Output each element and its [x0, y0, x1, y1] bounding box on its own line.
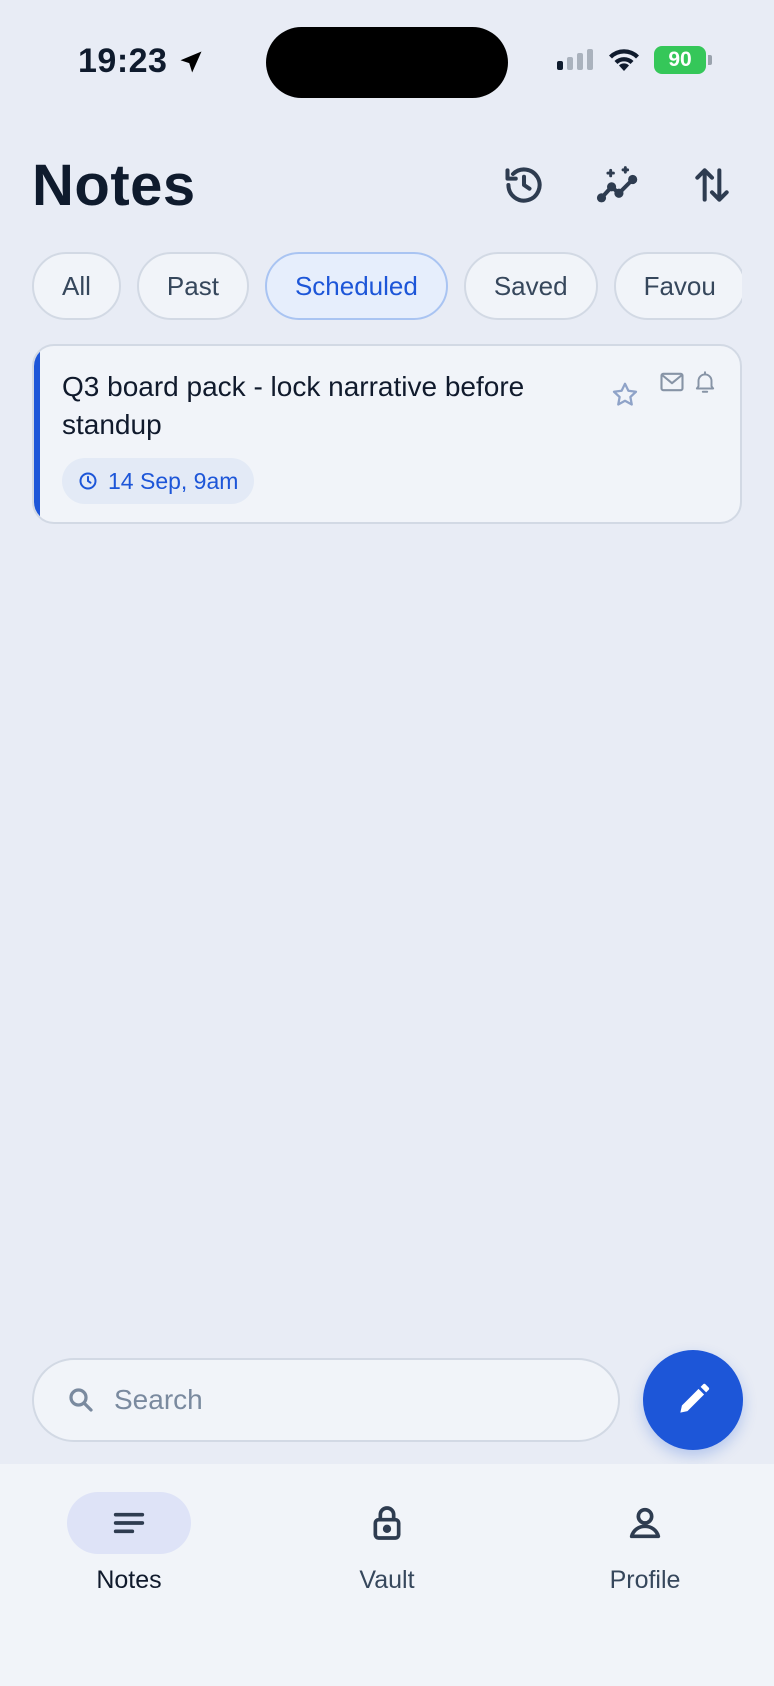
sort-icon [695, 168, 729, 202]
schedule-text: 14 Sep, 9am [108, 467, 239, 494]
compose-note-button[interactable] [643, 1350, 743, 1450]
insights-icon [596, 166, 638, 203]
note-title: Q3 board pack - lock narrative before st… [62, 371, 525, 440]
history-button[interactable] [502, 163, 546, 207]
status-time-text: 19:23 [78, 42, 168, 80]
tab-label: All [62, 270, 91, 301]
clock-icon [79, 472, 97, 490]
dynamic-island [266, 27, 508, 98]
tab-label: Favou [643, 270, 716, 301]
star-icon[interactable] [610, 380, 640, 410]
nav-item-notes[interactable]: Notes [39, 1492, 219, 1595]
nav-item-vault[interactable]: Vault [297, 1492, 477, 1595]
notes-icon [113, 1512, 145, 1534]
tab-all[interactable]: All [32, 252, 121, 320]
bottom-navigation: Notes Vault Profile [0, 1464, 774, 1686]
note-accent-bar [34, 346, 40, 522]
notes-screen: 19:23 90 Notes All Past Scheduled Saved … [0, 0, 774, 1686]
cellular-signal-icon [557, 49, 593, 70]
nav-icon-container [67, 1492, 191, 1554]
nav-icon-container [325, 1492, 449, 1554]
page-title: Notes [32, 152, 196, 218]
header-actions [502, 163, 734, 207]
nav-label: Vault [359, 1566, 415, 1594]
tab-favourites[interactable]: Favou [613, 252, 742, 320]
mail-icon [660, 372, 684, 392]
nav-icon-container [583, 1492, 707, 1554]
status-time: 19:23 [78, 42, 205, 81]
note-card[interactable]: Q3 board pack - lock narrative before st… [32, 344, 742, 524]
bell-icon [695, 371, 715, 393]
page-header: Notes [32, 145, 742, 225]
tab-scheduled[interactable]: Scheduled [264, 252, 448, 320]
battery-indicator: 90 [654, 46, 712, 74]
schedule-badge: 14 Sep, 9am [62, 458, 255, 504]
person-icon [629, 1507, 661, 1539]
status-bar: 19:23 90 [0, 0, 774, 110]
wifi-icon [609, 49, 639, 71]
pencil-icon [680, 1383, 710, 1413]
search-bar[interactable] [32, 1358, 620, 1442]
status-indicators: 90 [556, 46, 712, 74]
nav-item-profile[interactable]: Profile [555, 1492, 735, 1595]
search-input[interactable] [114, 1384, 554, 1416]
battery-level: 90 [668, 48, 692, 71]
tab-label: Scheduled [294, 270, 418, 301]
tab-saved[interactable]: Saved [463, 252, 598, 320]
tab-past[interactable]: Past [136, 252, 249, 320]
location-arrow-icon [180, 51, 202, 72]
search-icon [69, 1388, 93, 1412]
lock-icon [373, 1506, 401, 1540]
nav-label: Notes [96, 1566, 162, 1594]
tab-label: Past [166, 270, 219, 301]
history-icon [505, 167, 542, 203]
nav-label: Profile [609, 1566, 681, 1594]
tab-label: Saved [493, 270, 568, 301]
insights-button[interactable] [596, 163, 640, 207]
filter-tabs: All Past Scheduled Saved Favou [32, 252, 742, 320]
sort-button[interactable] [690, 163, 734, 207]
